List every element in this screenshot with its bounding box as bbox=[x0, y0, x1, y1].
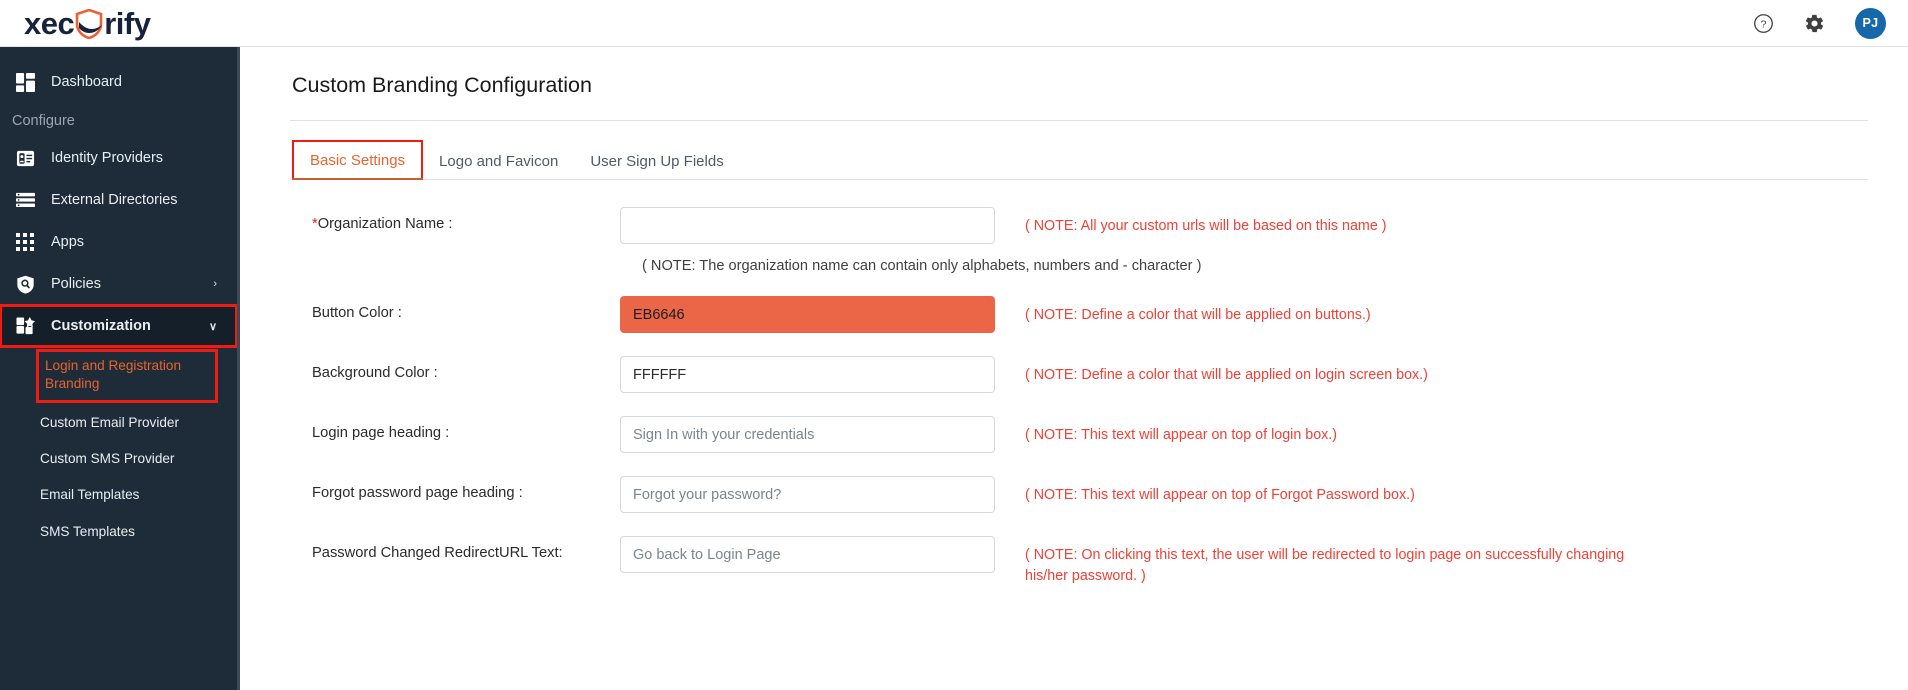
tab-basic-settings[interactable]: Basic Settings bbox=[292, 140, 424, 178]
brand-logo[interactable]: xec rify bbox=[24, 5, 151, 41]
shield-search-icon bbox=[14, 273, 36, 295]
sidebar-subitem-sms-templates[interactable]: SMS Templates bbox=[0, 514, 237, 550]
field-background-color bbox=[620, 356, 995, 393]
title-divider bbox=[290, 120, 1868, 121]
help-circle-icon[interactable]: ? bbox=[1753, 13, 1774, 34]
label-button-color: Button Color : bbox=[312, 305, 402, 321]
label-login-page-heading: Login page heading : bbox=[312, 425, 450, 441]
basic-settings-form: *Organization Name : ( NOTE: All your cu… bbox=[290, 180, 1868, 586]
sidebar-item-label: Apps bbox=[51, 234, 85, 250]
tab-bar: Basic Settings Logo and Favicon User Sig… bbox=[290, 140, 1868, 180]
sidebar-subitem-email-templates[interactable]: Email Templates bbox=[0, 477, 237, 513]
brand-wordmark: xec rify bbox=[24, 5, 151, 41]
form-row-forgot-password-page-heading: Forgot password page heading : ( NOTE: T… bbox=[290, 476, 1868, 513]
label-text: Organization Name : bbox=[317, 216, 453, 232]
list-rows-icon bbox=[14, 189, 36, 211]
sidebar-item-label: Policies bbox=[51, 276, 101, 292]
sidebar-item-label: Customization bbox=[51, 318, 151, 334]
note-background-color: ( NOTE: Define a color that will be appl… bbox=[1025, 367, 1428, 383]
organization-name-input[interactable] bbox=[620, 207, 995, 244]
tab-user-sign-up-fields[interactable]: User Sign Up Fields bbox=[574, 143, 739, 179]
shield-check-icon bbox=[75, 9, 103, 39]
field-password-changed-redirect-url-text bbox=[620, 536, 995, 573]
avatar[interactable]: PJ bbox=[1855, 7, 1886, 39]
password-changed-redirect-url-text-input[interactable] bbox=[620, 536, 995, 573]
field-login-page-heading bbox=[620, 416, 995, 453]
sidebar-section-configure: Configure bbox=[12, 113, 75, 129]
label-password-changed-redirect-url-text: Password Changed RedirectURL Text: bbox=[312, 545, 563, 561]
top-bar-actions: ? PJ bbox=[1753, 7, 1886, 39]
subnote-row-organization-name: ( NOTE: The organization name can contai… bbox=[290, 258, 1868, 274]
label-background-color: Background Color : bbox=[312, 365, 438, 381]
sidebar-item-label: External Directories bbox=[51, 192, 178, 208]
note-forgot-password-page-heading: ( NOTE: This text will appear on top of … bbox=[1025, 487, 1415, 503]
sidebar-subitem-custom-email-provider[interactable]: Custom Email Provider bbox=[0, 405, 237, 441]
form-row-organization-name: *Organization Name : ( NOTE: All your cu… bbox=[290, 207, 1868, 244]
top-bar: xec rify ? PJ bbox=[0, 0, 1908, 47]
background-color-input[interactable] bbox=[620, 356, 995, 393]
label-organization-name: *Organization Name : bbox=[290, 207, 620, 232]
body-row: Dashboard Configure Identity Providers E… bbox=[0, 47, 1908, 690]
note-organization-name: ( NOTE: All your custom urls will be bas… bbox=[1025, 218, 1387, 234]
field-button-color bbox=[620, 296, 995, 333]
label-forgot-password-page-heading: Forgot password page heading : bbox=[312, 485, 523, 501]
sidebar-item-apps[interactable]: Apps bbox=[0, 221, 237, 263]
field-organization-name bbox=[620, 207, 995, 244]
login-page-heading-input[interactable] bbox=[620, 416, 995, 453]
chevron-down-icon: ∨ bbox=[208, 320, 217, 333]
sidebar: Dashboard Configure Identity Providers E… bbox=[0, 47, 240, 690]
button-color-input[interactable] bbox=[620, 296, 995, 333]
sidebar-item-external-directories[interactable]: External Directories bbox=[0, 179, 237, 221]
form-row-button-color: Button Color : ( NOTE: Define a color th… bbox=[290, 296, 1868, 333]
sidebar-item-identity-providers[interactable]: Identity Providers bbox=[0, 137, 237, 179]
brand-name-part2: rify bbox=[104, 5, 151, 41]
sidebar-item-label: Dashboard bbox=[51, 74, 122, 90]
forgot-password-page-heading-input[interactable] bbox=[620, 476, 995, 513]
apps-grid-icon bbox=[14, 231, 36, 253]
form-row-password-changed-redirect-url-text: Password Changed RedirectURL Text: ( NOT… bbox=[290, 536, 1868, 586]
note-button-color: ( NOTE: Define a color that will be appl… bbox=[1025, 307, 1371, 323]
form-row-login-page-heading: Login page heading : ( NOTE: This text w… bbox=[290, 416, 1868, 453]
puzzle-blocks-icon bbox=[14, 315, 36, 337]
sidebar-item-customization[interactable]: Customization ∨ bbox=[0, 304, 237, 348]
app-root: xec rify ? PJ Dashboard Configure Identi… bbox=[0, 0, 1908, 690]
gear-icon[interactable] bbox=[1804, 13, 1825, 34]
chevron-right-icon: › bbox=[213, 278, 217, 290]
avatar-initials: PJ bbox=[1862, 16, 1879, 30]
main-content: Custom Branding Configuration Basic Sett… bbox=[240, 47, 1908, 690]
subnote-organization-name: ( NOTE: The organization name can contai… bbox=[642, 258, 1202, 274]
brand-name-part1: xec bbox=[24, 5, 75, 41]
sidebar-item-dashboard[interactable]: Dashboard bbox=[0, 61, 237, 103]
sidebar-item-label: Identity Providers bbox=[51, 150, 164, 166]
svg-text:?: ? bbox=[1761, 18, 1767, 30]
sidebar-item-policies[interactable]: Policies › bbox=[0, 263, 237, 305]
page-title: Custom Branding Configuration bbox=[292, 73, 592, 97]
note-password-changed-redirect-url-text: ( NOTE: On clicking this text, the user … bbox=[1025, 547, 1625, 584]
form-row-background-color: Background Color : ( NOTE: Define a colo… bbox=[290, 356, 1868, 393]
field-forgot-password-page-heading bbox=[620, 476, 995, 513]
sidebar-subitem-custom-sms-provider[interactable]: Custom SMS Provider bbox=[0, 441, 237, 477]
id-badge-icon bbox=[14, 147, 36, 169]
dashboard-grid-icon bbox=[14, 71, 36, 93]
tab-logo-and-favicon[interactable]: Logo and Favicon bbox=[423, 143, 574, 179]
sidebar-subitem-login-and-registration-branding[interactable]: Login and Registration Branding bbox=[36, 349, 218, 403]
note-login-page-heading: ( NOTE: This text will appear on top of … bbox=[1025, 427, 1338, 443]
